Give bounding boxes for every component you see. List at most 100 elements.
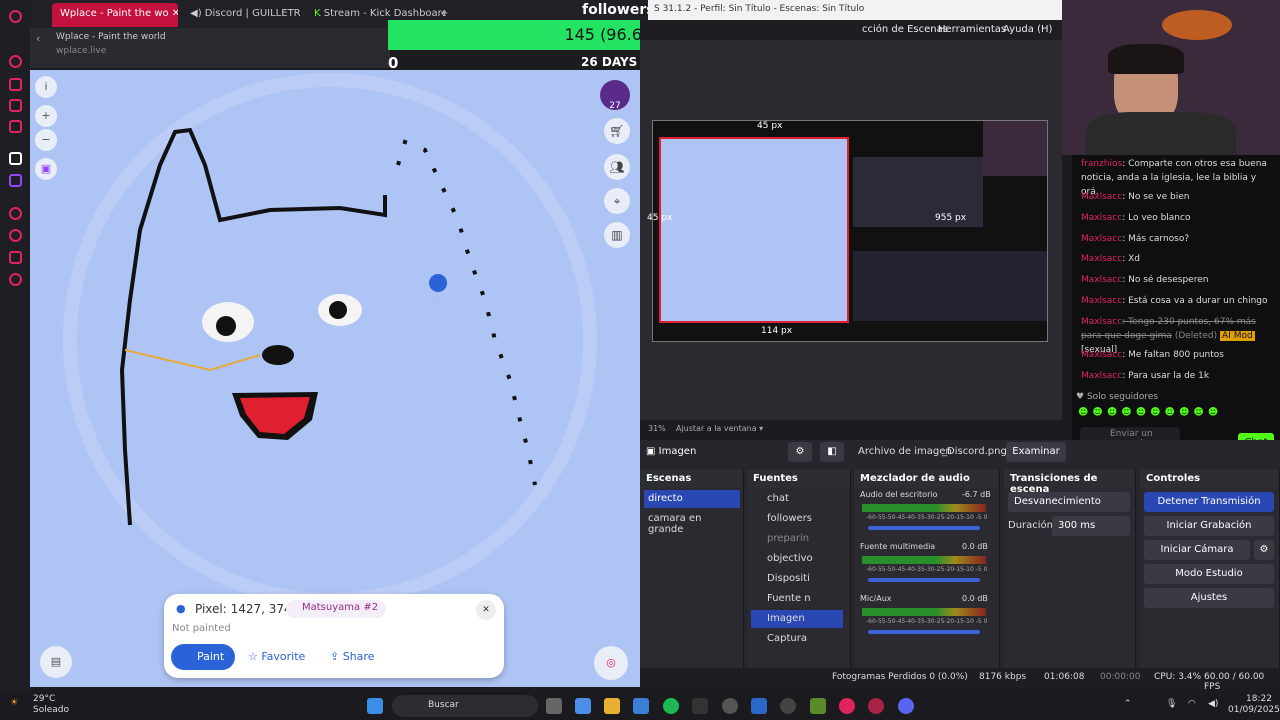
owner-badge[interactable]: Matsuyama #2 (286, 600, 387, 618)
twitch-icon[interactable] (9, 174, 22, 187)
user-avatar[interactable]: 27 (600, 80, 630, 111)
instagram-icon[interactable] (9, 99, 22, 112)
volume-slider[interactable] (868, 526, 980, 530)
tab-wplace[interactable]: Wplace - Paint the wo ✕ (52, 3, 178, 27)
layers-button[interactable]: ▤ (40, 646, 72, 678)
youtube-icon[interactable] (9, 120, 22, 133)
settings-icon[interactable] (9, 273, 22, 286)
outlook-icon[interactable] (751, 698, 767, 714)
discord-icon[interactable] (898, 698, 914, 714)
leaderboard-icon[interactable]: ▥ (604, 222, 630, 248)
volume-slider[interactable] (868, 630, 980, 634)
users-icon[interactable]: 👥︎ (604, 154, 630, 180)
source-item[interactable]: Dispositi (751, 570, 843, 588)
source-item[interactable]: chat (751, 490, 843, 508)
tray-chevron-icon[interactable]: ⌃ (1124, 699, 1132, 709)
preview-canvas-source[interactable] (659, 137, 849, 323)
source-item[interactable]: objectivo (751, 550, 843, 568)
mixer-channel-db: -6.7 dB (962, 490, 991, 499)
windows-start-icon[interactable] (367, 698, 383, 714)
explorer-icon[interactable] (604, 698, 620, 714)
menu-help[interactable]: Ayuda (H) (1003, 24, 1052, 35)
close-tab-icon[interactable]: ✕ (172, 8, 178, 19)
source-item[interactable]: followers (751, 510, 843, 528)
zoom-out-button[interactable]: − (35, 129, 57, 151)
virtual-camera-button[interactable]: Iniciar Cámara Virtual (1144, 540, 1250, 575)
favorite-button[interactable]: ☆ Favorite (248, 650, 305, 663)
source-item[interactable]: Imagen (751, 610, 843, 628)
info-button[interactable]: i (35, 76, 57, 98)
cart-icon[interactable]: 🛒︎ (604, 118, 630, 144)
duration-input[interactable]: 300 ms (1052, 516, 1130, 536)
minecraft-icon[interactable] (810, 698, 826, 714)
preview-top-label: 45 px (757, 121, 783, 131)
obs-icon[interactable] (780, 698, 796, 714)
browse-button[interactable]: Examinar (1006, 442, 1066, 462)
zoom-in-button[interactable]: + (35, 105, 57, 127)
menu-scene-collection[interactable]: cción de Escenas (862, 24, 948, 35)
mixer-channel-name: Fuente multimedia (860, 542, 936, 551)
player-icon[interactable] (9, 207, 22, 220)
file-name: _Discord.png (942, 446, 1007, 457)
tab-discord[interactable]: ◀) Discord | GUILLETR (182, 3, 300, 27)
share-button[interactable]: ⇪ Share (330, 650, 374, 663)
task-view-icon[interactable] (546, 698, 562, 714)
opera-logo-icon[interactable] (9, 10, 22, 23)
back-icon[interactable]: ‹ (36, 32, 40, 45)
aria-icon[interactable] (9, 55, 22, 68)
search-location-icon[interactable]: ⌖ (604, 188, 630, 214)
emote-bar[interactable]: ☻☻☻☻☻☻☻☻☻☻ (1078, 407, 1274, 421)
speaker-icon: ◀) (190, 8, 202, 19)
source-item[interactable]: Captura (751, 630, 843, 648)
menu-tools[interactable]: Herramientas (938, 24, 1006, 35)
mic-icon[interactable]: 🎙︎ (1166, 699, 1177, 709)
locate-button[interactable]: ◎ (594, 646, 628, 680)
obs-menu: cción de Escenas Herramientas Ayuda (H) (640, 20, 1062, 40)
dropped-frames: Fotogramas Perdidos 0 (0.0%) (832, 672, 968, 682)
paint-button[interactable]: Paint (171, 644, 235, 670)
stop-stream-button[interactable]: Detener Transmisión (1144, 492, 1274, 512)
copilot-icon[interactable] (575, 698, 591, 714)
volume-icon[interactable]: ◀) (1208, 699, 1218, 709)
site-info: ‹ Wplace - Paint the world wplace.live (30, 28, 390, 68)
app-icon[interactable] (722, 698, 738, 714)
start-recording-button[interactable]: Iniciar Grabación (1144, 516, 1274, 536)
chat-message: Maxlsacc: Más carnoso? (1081, 234, 1190, 244)
obs-preview[interactable]: 45 px 45 px 955 px 114 px (647, 120, 1048, 342)
source-filters-button[interactable]: ◧ (820, 442, 844, 462)
chat-message: Maxlsacc: Está cosa va a durar un chingo (1081, 296, 1268, 306)
goal-min: 0 (388, 54, 399, 72)
kick-icon[interactable] (9, 152, 22, 165)
scene-item[interactable]: directo (644, 490, 740, 508)
close-icon[interactable]: ✕ (476, 600, 496, 620)
spotify-icon[interactable] (663, 698, 679, 714)
messenger-icon[interactable] (9, 78, 22, 91)
transition-select[interactable]: Desvanecimiento (1008, 492, 1130, 512)
preview-webcam-source[interactable] (983, 121, 1047, 176)
virtual-camera-settings-icon[interactable]: ⚙ (1254, 540, 1274, 560)
extensions-icon[interactable] (9, 251, 22, 264)
rec-time: 00:00:00 (1100, 672, 1141, 682)
controls-dock: Controles Detener Transmisión Iniciar Gr… (1140, 470, 1280, 684)
wifi-icon[interactable]: ◠ (1188, 699, 1196, 709)
source-item[interactable]: preparin (751, 530, 843, 548)
zoom-level[interactable]: 31% Ajustar a la ventana ▾ (648, 424, 763, 433)
twitch-button[interactable]: ▣ (35, 158, 57, 180)
preview-obs-source[interactable] (853, 251, 1047, 321)
scene-item[interactable]: camara en grande (644, 510, 740, 535)
opera-icon[interactable] (839, 698, 855, 714)
history-icon[interactable] (9, 229, 22, 242)
source-settings-button[interactable]: ⚙ (788, 442, 812, 462)
opera-gx-icon[interactable] (868, 698, 884, 714)
mixer-scale: -60-55-50-45-40-35-30-25-20-15-10 -5 0 (866, 566, 988, 573)
source-item[interactable]: Fuente n (751, 590, 843, 608)
volume-slider[interactable] (868, 578, 980, 582)
pin-icon: ● (176, 602, 186, 615)
settings-button[interactable]: Ajustes (1144, 588, 1274, 608)
followers-only-notice: ♥ Solo seguidores (1076, 392, 1159, 402)
studio-mode-button[interactable]: Modo Estudio (1144, 564, 1274, 584)
store-icon[interactable] (633, 698, 649, 714)
chat-message: Maxlsacc: No sé desesperen (1081, 275, 1209, 285)
capcut-icon[interactable] (692, 698, 708, 714)
search-box[interactable]: Buscar (392, 695, 538, 717)
